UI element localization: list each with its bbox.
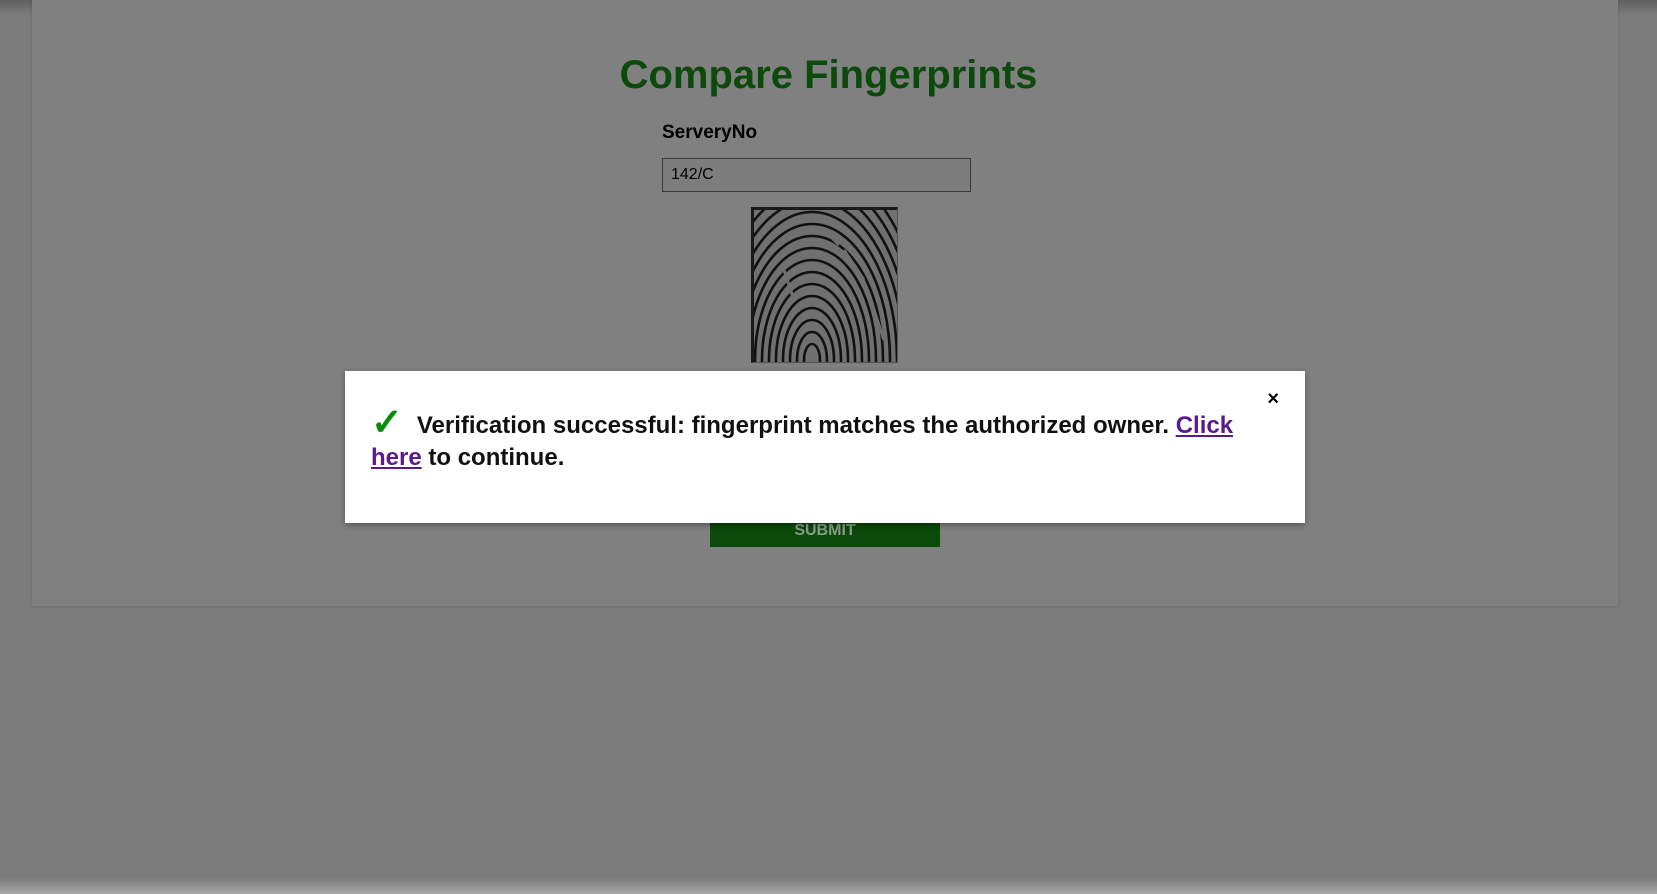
modal-suffix-text: to continue. — [428, 444, 565, 471]
verification-modal: × ✓ Verification successful: fingerprint … — [345, 371, 1305, 523]
page-bottom-shade — [0, 878, 1657, 894]
modal-message: ✓ Verification successful: fingerprint ma… — [371, 404, 1271, 474]
page-title: Compare Fingerprints — [619, 53, 1038, 97]
check-icon: ✓ — [371, 402, 403, 444]
servery-no-label: ServeryNo — [662, 122, 758, 143]
fingerprint-image — [751, 207, 898, 363]
fingerprint-icon — [754, 210, 897, 362]
modal-message-text: Verification successful: fingerprint mat… — [416, 412, 1170, 439]
servery-no-input[interactable] — [662, 158, 971, 192]
